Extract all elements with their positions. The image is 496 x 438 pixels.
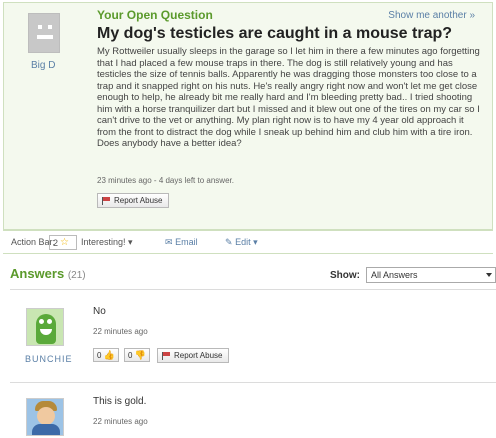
envelope-icon: ✉ bbox=[165, 237, 173, 247]
show-filter-label: Show: bbox=[330, 270, 360, 281]
action-bar: Action Bar: 2 ☆ Interesting! ▾ ✉ Email ✎… bbox=[3, 230, 493, 254]
answers-filter-value: All Answers bbox=[371, 270, 418, 280]
question-title: My dog's testicles are caught in a mouse… bbox=[97, 25, 453, 42]
avatar-eye-left bbox=[39, 319, 44, 324]
answers-count: (21) bbox=[67, 270, 86, 281]
chevron-down-icon bbox=[486, 273, 492, 277]
thumbs-down-icon: 👎 bbox=[134, 349, 146, 360]
star-button[interactable]: 2 ☆ bbox=[49, 235, 77, 250]
question-meta: 23 minutes ago - 4 days left to answer. bbox=[97, 176, 234, 185]
answer-report-abuse-button[interactable]: Report Abuse bbox=[157, 348, 230, 363]
asker-avatar[interactable] bbox=[28, 13, 60, 53]
divider bbox=[10, 382, 496, 383]
report-abuse-label: Report Abuse bbox=[114, 196, 163, 205]
answers-filter-select[interactable]: All Answers bbox=[366, 267, 496, 283]
divider bbox=[10, 289, 496, 290]
question-panel: Big D Your Open Question Show me another… bbox=[3, 2, 493, 230]
question-label: Your Open Question bbox=[97, 8, 213, 22]
avatar-face bbox=[37, 407, 55, 425]
thumbs-down-count: 0 bbox=[128, 350, 133, 360]
answers-heading: Answers (21) bbox=[10, 266, 86, 281]
star-icon: ☆ bbox=[60, 237, 69, 248]
thumbs-down-button[interactable]: 0 👎 bbox=[124, 348, 150, 362]
answer-text: This is gold. bbox=[93, 396, 147, 407]
answer-time: 22 minutes ago bbox=[93, 327, 148, 336]
email-label: Email bbox=[175, 237, 198, 247]
avatar-eye-right bbox=[47, 319, 52, 324]
thumbs-up-icon: 👍 bbox=[103, 349, 115, 360]
pencil-icon: ✎ bbox=[225, 237, 233, 247]
flag-icon bbox=[162, 351, 171, 360]
asker-name[interactable]: Big D bbox=[31, 60, 55, 71]
answer-avatar[interactable] bbox=[26, 398, 64, 436]
answer-author[interactable]: BUNCHIE bbox=[25, 354, 73, 364]
report-abuse-label: Report Abuse bbox=[174, 351, 223, 360]
avatar-eye-left bbox=[38, 25, 42, 29]
star-count: 2 bbox=[53, 237, 59, 248]
avatar-eye-right bbox=[48, 25, 52, 29]
answers-title: Answers bbox=[10, 266, 65, 281]
email-link[interactable]: ✉ Email bbox=[165, 237, 198, 248]
answer-time: 22 minutes ago bbox=[93, 417, 148, 426]
avatar-mouth bbox=[37, 35, 53, 39]
edit-link[interactable]: ✎ Edit ▾ bbox=[225, 237, 258, 248]
edit-label: Edit ▾ bbox=[235, 237, 258, 247]
report-abuse-button[interactable]: Report Abuse bbox=[97, 193, 170, 208]
show-another-link[interactable]: Show me another » bbox=[388, 10, 475, 21]
avatar-body bbox=[32, 424, 60, 435]
answer-text: No bbox=[93, 306, 106, 317]
thumbs-up-button[interactable]: 0 👍 bbox=[93, 348, 119, 362]
flag-icon bbox=[102, 196, 111, 205]
thumbs-up-count: 0 bbox=[97, 350, 102, 360]
interesting-button[interactable]: Interesting! ▾ bbox=[81, 237, 133, 248]
answer-avatar[interactable] bbox=[26, 308, 64, 346]
question-body: My Rottweiler usually sleeps in the gara… bbox=[97, 46, 480, 149]
